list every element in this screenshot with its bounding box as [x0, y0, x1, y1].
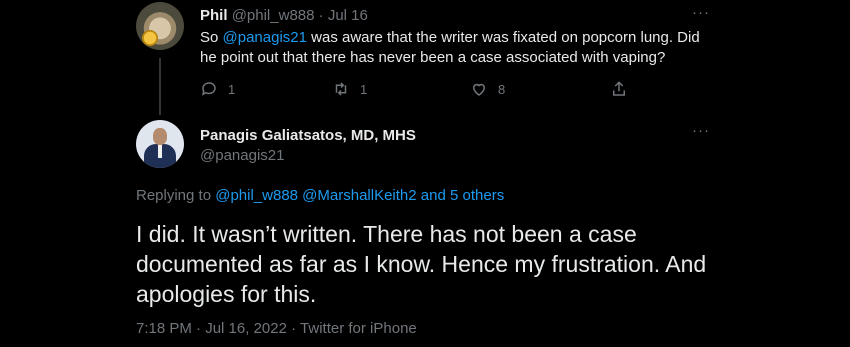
like-icon: [472, 83, 486, 96]
reply-tweet-actions: 1 1 8: [200, 80, 700, 100]
retweet-button[interactable]: 1: [332, 80, 367, 98]
reply-text-before: So: [200, 29, 223, 46]
main-author-name[interactable]: Panagis Galiatsatos, MD, MHS: [200, 126, 416, 146]
tweet-source[interactable]: Twitter for iPhone: [300, 320, 417, 337]
tweet-date[interactable]: Jul 16, 2022: [205, 320, 287, 337]
more-icon[interactable]: ···: [692, 122, 710, 139]
replying-mention-2[interactable]: @MarshallKeith2: [302, 187, 416, 204]
replying-prefix: Replying to: [136, 187, 216, 204]
reply-date[interactable]: Jul 16: [328, 7, 368, 24]
like-count: 8: [498, 81, 506, 97]
like-button[interactable]: 8: [470, 80, 505, 98]
replying-mention-1[interactable]: @phil_w888: [215, 187, 298, 204]
avatar-face: [153, 128, 167, 145]
share-button[interactable]: [610, 80, 628, 98]
thread-connector-line: [159, 58, 161, 115]
reply-author-handle[interactable]: @phil_w888: [232, 7, 315, 24]
reply-separator: ·: [318, 7, 324, 24]
main-tweet-header: Panagis Galiatsatos, MD, MHS @panagis21: [200, 126, 416, 166]
reply-tweet-header: Phil @phil_w888 · Jul 16: [200, 7, 368, 24]
replying-to-line: Replying to @phil_w888 @MarshallKeith2 a…: [136, 187, 504, 204]
meta-separator-1: ·: [196, 320, 202, 337]
reply-mention-link[interactable]: @panagis21: [223, 29, 307, 46]
main-tweet-text: I did. It wasn’t written. There has not …: [136, 221, 707, 307]
more-icon[interactable]: ···: [692, 4, 710, 21]
tweet-thread-pane: Phil @phil_w888 · Jul 16 ··· So @panagis…: [124, 0, 727, 347]
coin-icon: [142, 30, 158, 46]
tweet-time[interactable]: 7:18 PM: [136, 320, 192, 337]
meta-separator-2: ·: [291, 320, 297, 337]
avatar-shirt: [158, 144, 162, 158]
main-author-handle[interactable]: @panagis21: [200, 146, 416, 166]
tweet-meta: 7:18 PM · Jul 16, 2022 · Twitter for iPh…: [136, 320, 417, 337]
reply-author-name[interactable]: Phil: [200, 7, 228, 24]
reply-tweet-text: So @panagis21 was aware that the writer …: [200, 28, 700, 68]
retweet-icon: [335, 82, 347, 96]
reply-icon: [201, 82, 216, 96]
reply-count: 1: [228, 81, 236, 97]
reply-button[interactable]: 1: [200, 80, 235, 98]
avatar-panagis[interactable]: [136, 120, 184, 168]
replying-others-link[interactable]: and 5 others: [421, 187, 504, 204]
share-icon: [613, 81, 625, 96]
avatar-phil[interactable]: [136, 2, 184, 50]
retweet-count: 1: [360, 81, 368, 97]
